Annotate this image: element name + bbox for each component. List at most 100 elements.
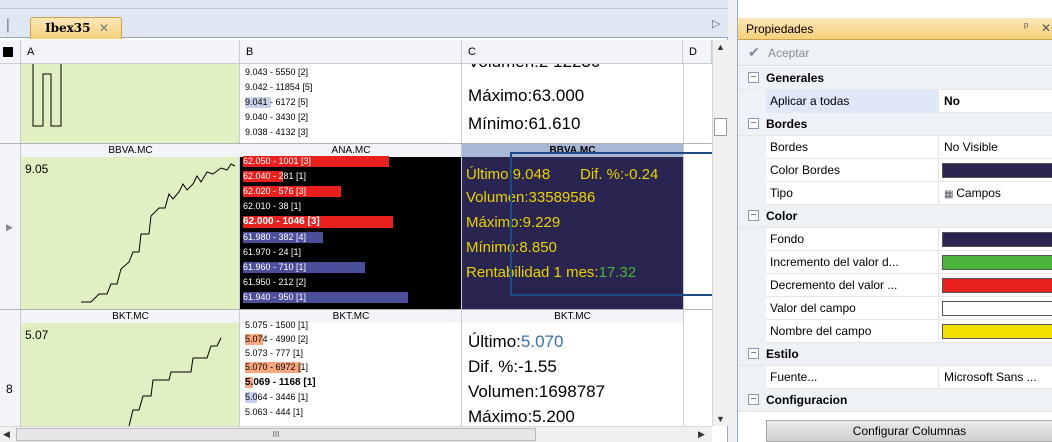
column-header-a[interactable]: A	[21, 40, 240, 64]
aplicar-value[interactable]: No	[938, 90, 1052, 113]
color-swatch[interactable]	[942, 163, 1052, 178]
color-swatch[interactable]	[942, 324, 1052, 339]
row-pointer-icon: ▶	[6, 222, 13, 232]
scroll-thumb[interactable]	[714, 118, 727, 136]
bid-row: 9.040 - 3430 [2]	[245, 112, 309, 122]
fuente-value[interactable]: Microsoft Sans ...	[938, 366, 1052, 389]
document-area: ❘ Ibex35 ✕ ▷ A B C D 9.043 - 5550 [2] 9.…	[0, 0, 728, 442]
color-swatch[interactable]	[942, 232, 1052, 247]
cell-c1-stats[interactable]: Volumen:2 12230 Máximo:63.000 Mínimo:61.…	[462, 64, 683, 143]
prop-incremento[interactable]: Incremento del valor d...	[738, 251, 1052, 274]
bid-row: 5.070 - 6972 [1]	[245, 362, 309, 373]
prop-color-bordes[interactable]: Color Bordes	[738, 159, 1052, 182]
collapse-icon[interactable]: −	[748, 210, 759, 221]
prop-nombre-campo[interactable]: Nombre del campo	[738, 320, 1052, 343]
category-bordes[interactable]: − Bordes	[738, 113, 1052, 136]
cell-a3-chart[interactable]: BKT.MC 5.07	[21, 310, 240, 426]
properties-title-bar: Propiedades ᵖ ✕	[738, 18, 1052, 40]
cell-a2-chart[interactable]: BBVA.MC 9.05	[21, 144, 240, 309]
grid-row-1: 9.043 - 5550 [2] 9.042 - 11854 [5] 9.041…	[0, 64, 712, 143]
color-swatch[interactable]	[942, 255, 1052, 270]
pin-icon[interactable]: ᵖ	[1024, 21, 1028, 33]
bid-row: 9.043 - 5550 [2]	[245, 67, 309, 77]
category-color[interactable]: − Color	[738, 205, 1052, 228]
tab-label: Ibex35	[45, 21, 91, 35]
bid-row: 62.040 - 281 [1]	[243, 171, 307, 182]
aceptar-label: Aceptar	[768, 46, 810, 60]
scroll-down-icon[interactable]: ▼	[716, 414, 725, 424]
bid-row: 61.970 - 24 [1]	[243, 247, 302, 257]
color-swatch[interactable]	[942, 278, 1052, 293]
cell-c3-stats[interactable]: BKT.MC Último:5.070 Dif. %:-1.55 Volumen…	[462, 310, 683, 426]
symbol-label: BKT.MC	[462, 310, 683, 323]
tab-strip-grip: ❘	[2, 16, 14, 32]
hscroll-thumb[interactable]: III	[16, 428, 536, 441]
scroll-up-icon[interactable]: ▲	[716, 42, 725, 52]
cell-a1-chart[interactable]	[21, 64, 240, 143]
cell-d3[interactable]	[683, 310, 712, 426]
bid-row: 9.041 - 6172 [5]	[245, 97, 309, 108]
aceptar-button[interactable]: ✔ Aceptar	[738, 40, 1052, 66]
row-header[interactable]: 8	[0, 310, 21, 426]
sparkline-chart	[128, 337, 222, 426]
panel-title: Propiedades	[746, 22, 814, 36]
bid-row: 62.020 - 576 [3]	[243, 186, 341, 197]
selection-highlight	[510, 152, 725, 296]
horizontal-scrollbar[interactable]: ◀ III ▶	[0, 426, 712, 442]
cell-b1-depth[interactable]: 9.043 - 5550 [2] 9.042 - 11854 [5] 9.041…	[240, 64, 462, 143]
properties-panel: Propiedades ᵖ ✕ ✔ Aceptar − Generales Apl…	[737, 0, 1052, 442]
category-generales[interactable]: − Generales	[738, 67, 1052, 90]
row-header[interactable]: ▶	[0, 144, 21, 309]
volumen-text: Volumen:1698787	[468, 382, 606, 401]
collapse-icon[interactable]: −	[748, 394, 759, 405]
vertical-scrollbar[interactable]: ▲ ▼	[712, 40, 728, 426]
prop-bordes[interactable]: Bordes No Visible	[738, 136, 1052, 159]
tipo-value: Campos	[956, 186, 1001, 200]
sparkline-chart	[81, 163, 236, 303]
sparkline-chart	[32, 64, 62, 127]
column-header-d[interactable]: D	[683, 40, 712, 64]
grid-icon: ▦	[944, 189, 957, 200]
configurar-columnas-button[interactable]: Configurar Columnas	[766, 420, 1052, 442]
bid-row-best: 62.000 - 1046 [3]	[243, 216, 393, 228]
bid-row: 61.950 - 212 [2]	[243, 277, 307, 287]
row-number: 8	[6, 382, 13, 396]
close-icon[interactable]: ✕	[1041, 21, 1051, 35]
cell-b2-depth[interactable]: ANA.MC 62.050 - 1001 [3] 62.040 - 281 [1…	[240, 144, 462, 309]
maximo-text: Máximo:5.200	[468, 407, 575, 426]
collapse-icon[interactable]: −	[748, 118, 759, 129]
row-header[interactable]	[0, 64, 21, 143]
prop-fondo[interactable]: Fondo	[738, 228, 1052, 251]
prop-fuente[interactable]: Fuente... Microsoft Sans ...	[738, 366, 1052, 389]
column-header-b[interactable]: B	[240, 40, 462, 64]
volumen-text: Volumen:2 12230	[468, 64, 600, 72]
prop-aplicar-a-todas[interactable]: Aplicar a todas No	[738, 90, 1052, 113]
prop-valor-campo[interactable]: Valor del campo	[738, 297, 1052, 320]
category-estilo[interactable]: − Estilo	[738, 343, 1052, 366]
bid-row: 62.010 - 38 [1]	[243, 201, 302, 211]
tab-list-arrow-icon[interactable]: ▷	[712, 17, 720, 30]
bid-row-best: 5.069 - 1168 [1]	[245, 377, 316, 388]
scroll-left-icon[interactable]: ◀	[3, 429, 10, 440]
bid-row: 5.074 - 4990 [2]	[245, 334, 309, 345]
category-configuracion[interactable]: − Configuracion	[738, 389, 1052, 412]
tab-ibex35[interactable]: Ibex35 ✕	[30, 17, 122, 39]
prop-tipo[interactable]: Tipo ▦ Campos	[738, 182, 1052, 205]
collapse-icon[interactable]: −	[748, 72, 759, 83]
minimo-text: Mínimo:61.610	[468, 114, 581, 133]
bid-row: 5.064 - 3446 [1]	[245, 392, 309, 403]
bordes-value[interactable]: No Visible	[938, 136, 1052, 159]
select-all-corner[interactable]	[0, 40, 21, 64]
collapse-icon[interactable]: −	[748, 348, 759, 359]
bid-row: 61.940 - 950 [1]	[243, 292, 408, 303]
tab-close-icon[interactable]: ✕	[99, 21, 109, 35]
color-swatch[interactable]	[942, 301, 1052, 316]
column-header-row: A B C D	[0, 40, 728, 64]
column-header-c[interactable]: C	[462, 40, 683, 64]
prop-decremento[interactable]: Decremento del valor ...	[738, 274, 1052, 297]
cell-d1[interactable]	[683, 64, 712, 143]
cell-b3-depth[interactable]: BKT.MC 5.075 - 1500 [1] 5.074 - 4990 [2]…	[240, 310, 462, 426]
dif-text: Dif. %:-1.55	[468, 357, 557, 376]
maximo-text: Máximo:63.000	[468, 86, 585, 105]
scroll-right-icon[interactable]: ▶	[698, 429, 705, 440]
